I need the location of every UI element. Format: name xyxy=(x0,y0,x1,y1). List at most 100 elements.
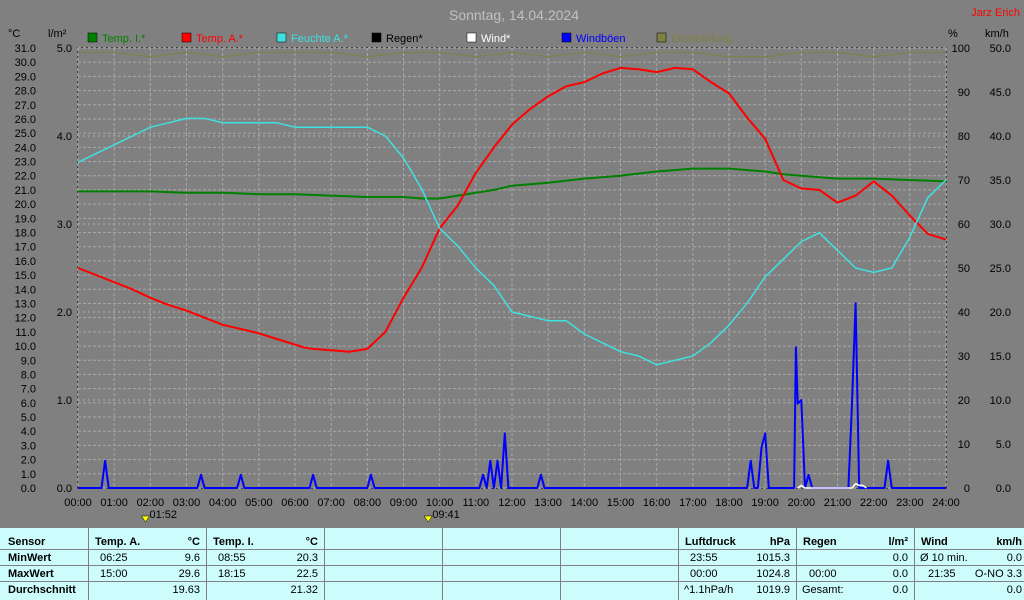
chart-title: Sonntag, 14.04.2024 xyxy=(449,7,579,23)
x-tick-label: 09:00 xyxy=(390,497,418,509)
y-tick-label-humidity: 20 xyxy=(958,395,970,407)
y-tick-label-wind: 5.0 xyxy=(996,439,1011,451)
y-tick-label-humidity: 90 xyxy=(958,87,970,99)
header-temp-a: Temp. A. xyxy=(95,536,141,548)
cell-ti-time: 08:55 xyxy=(218,552,246,564)
cell-r-time: 00:00 xyxy=(809,568,837,580)
y-tick-label-humidity: 80 xyxy=(958,131,970,143)
header-pressure: Luftdruck xyxy=(685,536,736,548)
legend-label: Regen* xyxy=(386,33,423,45)
cell-p-val: 1019.9 xyxy=(756,584,790,596)
y-tick-label-humidity: 40 xyxy=(958,307,970,319)
x-tick-label: 05:00 xyxy=(245,497,273,509)
x-tick-label: 24:00 xyxy=(932,497,960,509)
y-tick-label-wind: 25.0 xyxy=(990,263,1011,275)
y-tick-label-rain: 1.0 xyxy=(57,395,72,407)
cell-ta-time: 15:00 xyxy=(100,568,128,580)
cell-p-val: 1015.3 xyxy=(756,552,790,564)
y-tick-label-wind: 20.0 xyxy=(990,307,1011,319)
legend-swatch xyxy=(371,32,382,43)
cell-ti-val: 20.3 xyxy=(296,552,318,564)
row-label: Durchschnitt xyxy=(8,584,76,596)
legend-swatch xyxy=(561,32,572,43)
y-tick-label-rain: 5.0 xyxy=(57,43,72,55)
y-tick-label-temp: 11.0 xyxy=(15,327,36,339)
unit-humidity: % xyxy=(948,28,958,40)
cell-ti-val: 21.32 xyxy=(290,584,318,596)
x-tick-label: 04:00 xyxy=(209,497,237,509)
y-tick-label-temp: 14.0 xyxy=(15,284,36,296)
y-tick-label-wind: 50.0 xyxy=(990,43,1011,55)
x-tick-label: 11:00 xyxy=(462,497,489,509)
header-rain: Regen xyxy=(803,536,837,548)
header-wind: Wind xyxy=(921,536,948,548)
y-tick-label-temp: 24.0 xyxy=(15,142,36,154)
y-tick-label-temp: 26.0 xyxy=(15,114,36,126)
x-tick-label: 23:00 xyxy=(896,497,924,509)
marker-label: 01:52 xyxy=(150,509,178,521)
cell-w-val: 0.0 xyxy=(1006,584,1022,596)
cell-w-time: Ø 10 min. xyxy=(920,552,968,564)
x-tick-label: 15:00 xyxy=(607,497,635,509)
header-pressure-unit: hPa xyxy=(769,536,790,548)
x-tick-label: 03:00 xyxy=(173,497,201,509)
x-tick-label: 06:00 xyxy=(281,497,309,509)
header-wind-unit: km/h xyxy=(996,536,1022,548)
y-tick-label-wind: 30.0 xyxy=(990,219,1011,231)
y-tick-label-humidity: 50 xyxy=(958,263,970,275)
cell-p-time: 23:55 xyxy=(690,552,718,564)
y-tick-label-temp: 20.0 xyxy=(15,199,36,211)
y-tick-label-wind: 0.0 xyxy=(996,483,1011,495)
y-tick-label-temp: 7.0 xyxy=(21,384,36,396)
y-tick-label-humidity: 0 xyxy=(964,483,970,495)
x-tick-label: 22:00 xyxy=(860,497,888,509)
x-tick-label: 14:00 xyxy=(571,497,599,509)
legend-swatch xyxy=(466,32,477,43)
grid xyxy=(77,47,947,489)
y-tick-label-temp: 31.0 xyxy=(15,43,36,55)
y-tick-label-rain: 2.0 xyxy=(57,307,72,319)
y-tick-label-temp: 19.0 xyxy=(15,213,36,225)
x-tick-label: 02:00 xyxy=(137,497,165,509)
legend-swatch xyxy=(656,32,667,43)
y-tick-label-temp: 17.0 xyxy=(15,242,36,254)
row-label: MinWert xyxy=(8,552,52,564)
x-tick-label: 12:00 xyxy=(498,497,526,509)
station-label: Jarz Erich xyxy=(971,7,1020,19)
x-tick-label: 01:00 xyxy=(100,497,128,509)
y-tick-label-rain: 4.0 xyxy=(57,131,72,143)
cell-ti-val: 22.5 xyxy=(296,568,318,580)
y-tick-label-temp: 16.0 xyxy=(15,256,36,268)
cell-p-val: 1024.8 xyxy=(756,568,790,580)
y-tick-label-rain: 3.0 xyxy=(57,219,72,231)
y-tick-label-temp: 1.0 xyxy=(21,469,36,481)
y-tick-label-temp: 4.0 xyxy=(21,426,36,438)
y-tick-label-humidity: 100 xyxy=(952,43,970,55)
y-tick-label-temp: 23.0 xyxy=(15,157,36,169)
y-tick-label-temp: 27.0 xyxy=(15,100,36,112)
cell-r-val: 0.0 xyxy=(892,568,908,580)
cell-r-val: 0.0 xyxy=(892,552,908,564)
y-tick-label-temp: 8.0 xyxy=(21,369,36,381)
y-tick-label-temp: 15.0 xyxy=(15,270,36,282)
legend-label: Wind* xyxy=(481,33,511,45)
cell-ta-time: 06:25 xyxy=(100,552,128,564)
y-tick-label-temp: 13.0 xyxy=(15,298,36,310)
x-tick-label: 16:00 xyxy=(643,497,671,509)
y-tick-label-temp: 21.0 xyxy=(15,185,36,197)
legend-swatch xyxy=(87,32,98,43)
y-tick-label-rain: 0.0 xyxy=(57,483,72,495)
y-tick-label-humidity: 10 xyxy=(958,439,970,451)
y-tick-label-wind: 35.0 xyxy=(990,175,1011,187)
y-tick-label-temp: 18.0 xyxy=(15,228,36,240)
cell-ta-val: 19.63 xyxy=(172,584,200,596)
legend-swatch xyxy=(276,32,287,43)
y-tick-label-temp: 22.0 xyxy=(15,171,36,183)
y-tick-label-temp: 28.0 xyxy=(15,86,36,98)
y-tick-label-wind: 45.0 xyxy=(990,87,1011,99)
cell-w-time: 21:35 xyxy=(928,568,956,580)
y-tick-label-temp: 29.0 xyxy=(15,71,36,83)
legend-swatch xyxy=(181,32,192,43)
y-tick-label-temp: 6.0 xyxy=(21,398,36,410)
cell-ta-val: 29.6 xyxy=(178,568,200,580)
